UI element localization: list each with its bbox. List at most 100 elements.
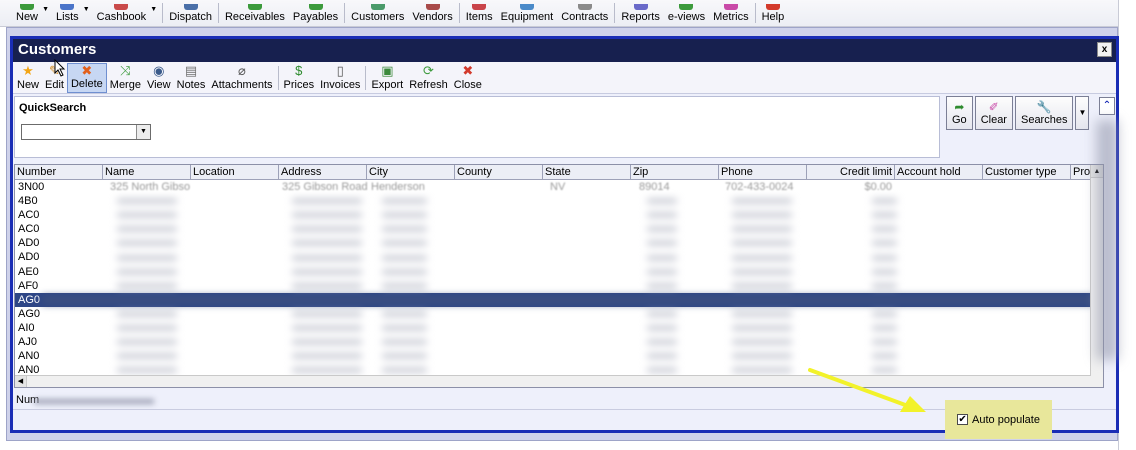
collapse-icon[interactable]: ⌃	[1099, 97, 1115, 115]
redacted-value	[117, 269, 177, 274]
toolbar-label: Help	[761, 11, 785, 23]
redacted-value	[732, 213, 792, 218]
redacted-value	[647, 326, 677, 330]
merge-button[interactable]: ⤨ Merge	[107, 63, 144, 93]
window-title-bar: Customers x	[13, 39, 1116, 62]
column-header[interactable]: Number	[15, 165, 103, 179]
scroll-left-icon[interactable]: ◀	[15, 376, 27, 387]
toolbar-vendors[interactable]: Vendors	[408, 0, 456, 26]
app-toolbar: New ▼ Lists ▼ Cashbook ▼ Dispatch Receivables Pa…	[0, 0, 1118, 27]
vendors-icon	[425, 4, 440, 10]
column-header[interactable]: County	[455, 165, 543, 179]
toolbar-label: Items	[465, 11, 493, 23]
auto-populate-highlight: ✔ Auto populate	[945, 400, 1052, 439]
go-button[interactable]: ➦ Go	[946, 96, 973, 130]
toolbar-e-views[interactable]: e-views	[664, 0, 709, 26]
column-header[interactable]: State	[543, 165, 631, 179]
button-label: Invoices	[320, 79, 361, 91]
redacted-value	[872, 326, 897, 330]
toolbar-lists[interactable]: Lists ▼	[52, 0, 90, 26]
redacted-value	[732, 326, 792, 330]
column-header[interactable]: Location	[191, 165, 279, 179]
prices-button[interactable]: $ Prices	[281, 63, 318, 93]
close-button[interactable]: ✖ Close	[451, 63, 485, 93]
redacted-value	[872, 241, 897, 246]
redacted-value	[647, 213, 677, 218]
column-header[interactable]: Customer type	[983, 165, 1071, 179]
toolbar-receivables[interactable]: Receivables	[221, 0, 289, 26]
redacted-value	[117, 241, 177, 246]
metrics-icon	[723, 4, 738, 10]
column-header[interactable]: Name	[103, 165, 191, 179]
redacted-value	[292, 227, 362, 232]
quicksearch-dropdown[interactable]: ▼	[21, 124, 151, 140]
redacted-value	[292, 368, 362, 373]
searches-dropdown-icon[interactable]: ▼	[1075, 96, 1090, 130]
quicksearch-buttons: ➦ Go ✐ Clear 🔧 Searches ▼	[946, 96, 1090, 130]
quicksearch-panel: QuickSearch ▼	[14, 96, 940, 158]
toolbar-contracts[interactable]: Contracts	[557, 0, 612, 26]
button-label: Merge	[109, 79, 141, 91]
toolbar-items[interactable]: Items	[462, 0, 497, 26]
redacted-value	[382, 255, 427, 260]
button-label: Close	[453, 79, 482, 91]
close-window-button[interactable]: x	[1097, 42, 1112, 57]
invoices-button[interactable]: ▯ Invoices	[317, 63, 363, 93]
redacted-value	[292, 241, 362, 246]
toolbar-reports[interactable]: Reports	[617, 0, 664, 26]
redacted-value	[872, 354, 897, 359]
column-header[interactable]: Phone	[719, 165, 807, 179]
button-label: Export	[371, 79, 404, 91]
column-header[interactable]: Zip	[631, 165, 719, 179]
attachments-button[interactable]: ⌀ Attachments	[208, 63, 275, 93]
toolbar-customers[interactable]: Customers	[347, 0, 408, 26]
toolbar-dispatch[interactable]: Dispatch	[165, 0, 216, 26]
star-icon: ★	[22, 63, 34, 78]
redacted-value	[382, 283, 427, 288]
notes-button[interactable]: ▤ Notes	[174, 63, 209, 93]
equipment-icon	[519, 4, 534, 10]
redacted-value	[732, 311, 792, 316]
searches-button[interactable]: 🔧 Searches	[1014, 96, 1074, 130]
redacted-value	[117, 311, 177, 316]
refresh-button[interactable]: ⟳ Refresh	[406, 63, 451, 93]
auto-populate-checkbox[interactable]: ✔	[957, 414, 969, 425]
chevron-down-icon[interactable]: ▼	[136, 125, 150, 139]
view-button[interactable]: ◉ View	[144, 63, 174, 93]
column-header[interactable]: Address	[279, 165, 367, 179]
selected-row-blur	[42, 295, 1103, 304]
toolbar-new[interactable]: New ▼	[12, 0, 49, 26]
redacted-value	[872, 340, 897, 345]
toolbar-cashbook[interactable]: Cashbook ▼	[93, 0, 157, 26]
toolbar-separator	[614, 3, 616, 23]
chevron-down-icon[interactable]: ▼	[42, 6, 49, 13]
chevron-down-icon[interactable]: ▼	[150, 6, 157, 13]
column-header[interactable]: Credit limit	[807, 165, 895, 179]
export-button[interactable]: ▣ Export	[368, 63, 406, 93]
toolbar-separator	[162, 3, 164, 23]
button-label: Searches	[1020, 114, 1068, 126]
toolbar-help[interactable]: Help	[758, 0, 789, 26]
contracts-icon	[577, 4, 592, 10]
redacted-value	[647, 340, 677, 345]
window-edge	[1118, 0, 1126, 450]
redacted-value	[292, 340, 362, 345]
toolbar-label: New	[16, 11, 39, 23]
auto-populate-label[interactable]: Auto populate	[972, 414, 1040, 426]
chevron-down-icon[interactable]: ▼	[83, 6, 90, 13]
redacted-value	[647, 368, 677, 373]
toolbar-metrics[interactable]: Metrics	[709, 0, 752, 26]
toolbar-label: Payables	[292, 11, 339, 23]
new-button[interactable]: ★ New	[14, 63, 42, 93]
delete-button[interactable]: ✖ Delete	[66, 63, 107, 93]
column-header[interactable]: Account hold	[895, 165, 983, 179]
toolbar-label: Contracts	[561, 11, 609, 23]
toolbar-equipment[interactable]: Equipment	[497, 0, 558, 26]
notes-icon: ▤	[184, 63, 198, 78]
toolbar-payables[interactable]: Payables	[289, 0, 342, 26]
close-circle-icon: ✖	[462, 63, 474, 78]
column-header[interactable]: City	[367, 165, 455, 179]
redacted-value	[732, 241, 792, 246]
redacted-value	[117, 326, 177, 330]
clear-button[interactable]: ✐ Clear	[974, 96, 1013, 130]
